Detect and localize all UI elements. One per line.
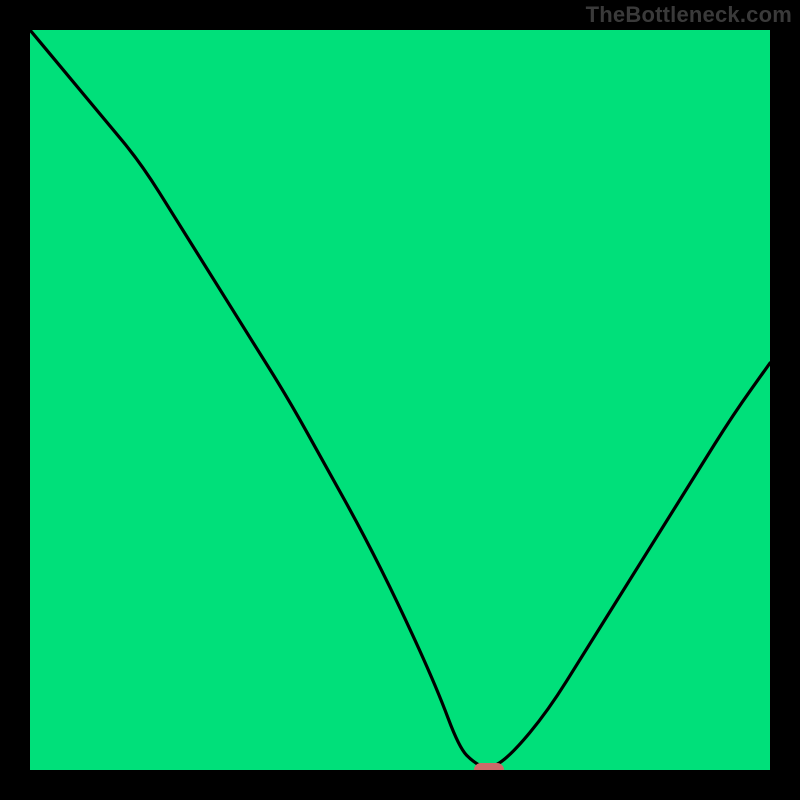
watermark-text: TheBottleneck.com bbox=[586, 2, 792, 28]
curve-layer bbox=[30, 30, 770, 770]
optimum-marker bbox=[474, 763, 504, 770]
bottleneck-curve bbox=[30, 30, 770, 768]
plot-area bbox=[30, 30, 770, 770]
chart-stage: TheBottleneck.com bbox=[0, 0, 800, 800]
